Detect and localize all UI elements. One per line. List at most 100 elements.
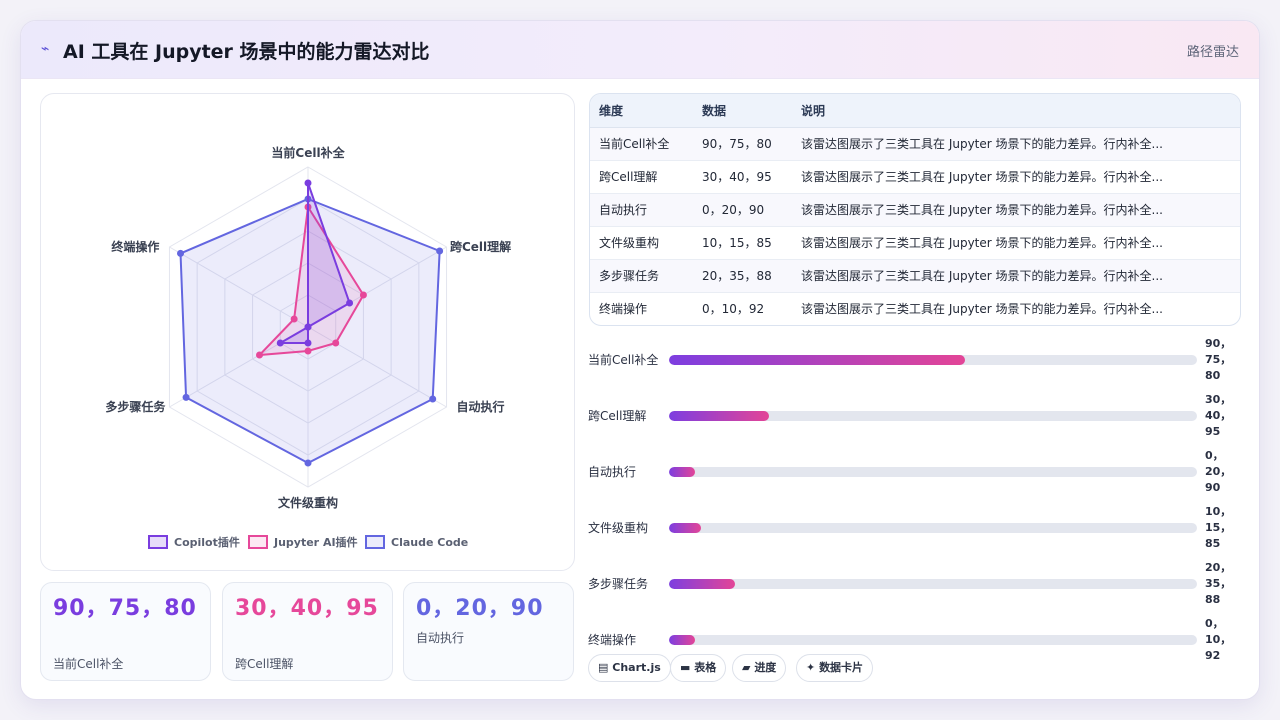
- radar-axis-label: 跨Cell理解: [450, 239, 511, 254]
- progress-fill: [669, 635, 696, 645]
- table-cell-data: 90，75，80: [702, 137, 772, 151]
- chart-icon: ▤: [598, 661, 609, 674]
- legend-label: Jupyter AI插件: [273, 535, 358, 549]
- progress-track: [669, 355, 1197, 365]
- radar-axis-label: 多步骤任务: [105, 399, 166, 414]
- legend-swatch: [365, 535, 385, 549]
- radar-point: [276, 339, 284, 347]
- progress-row-cross-cell: 跨Cell理解 30，40，95: [588, 392, 1248, 440]
- progress-label: 跨Cell理解: [588, 409, 647, 423]
- stat-label-2: 跨Cell理解: [235, 657, 294, 671]
- radar-point: [429, 395, 437, 403]
- page-header: ⌁ AI 工具在 Jupyter 场景中的能力雷达对比 路径雷达: [21, 21, 1259, 79]
- progress-label: 文件级重构: [588, 521, 649, 535]
- main-card: ⌁ AI 工具在 Jupyter 场景中的能力雷达对比 路径雷达 当前Cell补…: [20, 20, 1260, 700]
- progress-row-multistep: 多步骤任务 20，35，88: [588, 560, 1248, 608]
- table-row: 文件级重构 10，15，85 该雷达图展示了三类工具在 Jupyter 场景下的…: [590, 226, 1240, 259]
- radar-point: [290, 315, 298, 323]
- radar-point: [359, 291, 367, 299]
- stat-card-3: 0，20，90 自动执行: [403, 582, 574, 681]
- stat-card-1: 90，75，80 当前Cell补全: [40, 582, 211, 681]
- table-cell-description: 该雷达图展示了三类工具在 Jupyter 场景下的能力差异。行内补全...: [801, 137, 1163, 151]
- table-cell-description: 该雷达图展示了三类工具在 Jupyter 场景下的能力差异。行内补全...: [801, 203, 1163, 217]
- progress-row-refactor: 文件级重构 10，15，85: [588, 504, 1248, 552]
- progress-label: 当前Cell补全: [588, 353, 659, 367]
- progress-fill: [669, 411, 770, 421]
- radar-axis-label: 终端操作: [111, 239, 159, 254]
- radar-chart-panel: 当前Cell补全跨Cell理解 自动执行文件级重构 多步骤任务 终端操作 Copilot…: [40, 93, 575, 571]
- radar-path-link[interactable]: 路径雷达: [1187, 41, 1239, 60]
- chip-label: 进度: [754, 661, 777, 674]
- progress-row-auto-exec: 自动执行 0，20，90: [588, 448, 1248, 496]
- stat-label-3: 自动执行: [416, 631, 465, 645]
- stat-card-2: 30，40，95 跨Cell理解: [222, 582, 393, 681]
- table-cell-data: 30，40，95: [702, 170, 772, 184]
- radar-point: [256, 351, 264, 359]
- progress-value: 0，20，90: [1205, 449, 1232, 494]
- table-cell-dimension: 自动执行: [599, 203, 648, 217]
- table-row: 当前Cell补全 90，75，80 该雷达图展示了三类工具在 Jupyter 场…: [590, 127, 1240, 160]
- progress-label: 自动执行: [588, 465, 637, 479]
- chip-data-card[interactable]: ✦ 数据卡片: [796, 654, 874, 682]
- table-cell-description: 该雷达图展示了三类工具在 Jupyter 场景下的能力差异。行内补全...: [801, 236, 1163, 250]
- radar-point: [177, 249, 185, 257]
- stat-value-1: 90，75，80: [53, 596, 197, 621]
- table-cell-description: 该雷达图展示了三类工具在 Jupyter 场景下的能力差异。行内补全...: [801, 302, 1163, 317]
- progress-fill: [669, 355, 965, 365]
- chip-label: 数据卡片: [819, 661, 864, 674]
- radar-chart: 当前Cell补全跨Cell理解自动执行文件级重构 多步骤任务 终端操作 Copilot…: [105, 145, 511, 549]
- table-header-data: 数据: [693, 94, 792, 128]
- table-cell-dimension: 当前Cell补全: [599, 137, 670, 151]
- trend-icon: ⌁: [41, 41, 50, 57]
- stat-value-2: 30，40，95: [235, 596, 379, 621]
- progress-label: 多步骤任务: [588, 577, 649, 591]
- progress-row-cell-completion: 当前Cell补全 90，75，80: [588, 336, 1248, 384]
- progress-value: 30，40，95: [1205, 393, 1232, 438]
- table-cell-description: 该雷达图展示了三类工具在 Jupyter 场景下的能力差异。行内补全...: [801, 269, 1163, 283]
- chip-label: Chart.js: [612, 661, 661, 674]
- table-cell-dimension: 终端操作: [599, 302, 648, 317]
- legend-swatch: [148, 535, 168, 549]
- table-cell-data: 0，20，90: [702, 203, 765, 217]
- progress-value: 0，10，92: [1205, 617, 1232, 662]
- table-cell-dimension: 跨Cell理解: [599, 170, 658, 184]
- progress-icon: ▰: [742, 661, 751, 674]
- progress-value: 20，35，88: [1205, 561, 1232, 606]
- data-table: 维度 数据 说明 当前Cell补全 90，75，80 该雷达图展示了三类工具在 …: [589, 93, 1241, 326]
- table-cell-dimension: 文件级重构: [599, 236, 660, 250]
- radar-point: [182, 393, 190, 401]
- table-row: 跨Cell理解 30，40，95 该雷达图展示了三类工具在 Jupyter 场景…: [590, 160, 1240, 193]
- progress-track: [669, 467, 1197, 477]
- progress-value: 10，15，85: [1205, 505, 1232, 550]
- progress-track: [669, 635, 1197, 645]
- radar-axis-label: 当前Cell补全: [271, 145, 345, 160]
- sparkle-icon: ✦: [806, 661, 816, 674]
- progress-fill: [669, 579, 735, 589]
- radar-point: [346, 299, 354, 307]
- table-cell-data: 20，35，88: [702, 269, 772, 283]
- table-cell-data: 0，10，92: [702, 302, 765, 317]
- chip-progress[interactable]: ▰ 进度: [732, 654, 787, 682]
- page-title: AI 工具在 Jupyter 场景中的能力雷达对比: [63, 41, 430, 63]
- radar-point: [304, 179, 312, 187]
- chip-label: 表格: [694, 661, 717, 674]
- stat-label-1: 当前Cell补全: [53, 657, 124, 671]
- table-cell-data: 10，15，85: [702, 236, 772, 250]
- legend-label: Copilot插件: [174, 535, 240, 549]
- table-row: 终端操作 0，10，92 该雷达图展示了三类工具在 Jupyter 场景下的能力…: [590, 292, 1240, 325]
- radar-axis-label: 自动执行: [457, 399, 505, 414]
- radar-axis-label: 文件级重构: [278, 495, 338, 510]
- radar-point: [304, 459, 312, 467]
- table-row: 多步骤任务 20，35，88 该雷达图展示了三类工具在 Jupyter 场景下的…: [590, 259, 1240, 292]
- legend-label: Claude Code: [391, 536, 468, 549]
- chip-chartjs[interactable]: ▤ Chart.js: [588, 654, 671, 682]
- progress-fill: [669, 523, 701, 533]
- radar-point: [304, 347, 312, 355]
- progress-track: [669, 523, 1197, 533]
- table-header-description: 说明: [792, 94, 1240, 128]
- chip-table[interactable]: ▬ 表格: [670, 654, 727, 682]
- progress-value: 90，75，80: [1205, 337, 1232, 382]
- table-header-dimension: 维度: [590, 94, 693, 128]
- legend-swatch: [248, 535, 268, 549]
- radar-point: [436, 247, 444, 255]
